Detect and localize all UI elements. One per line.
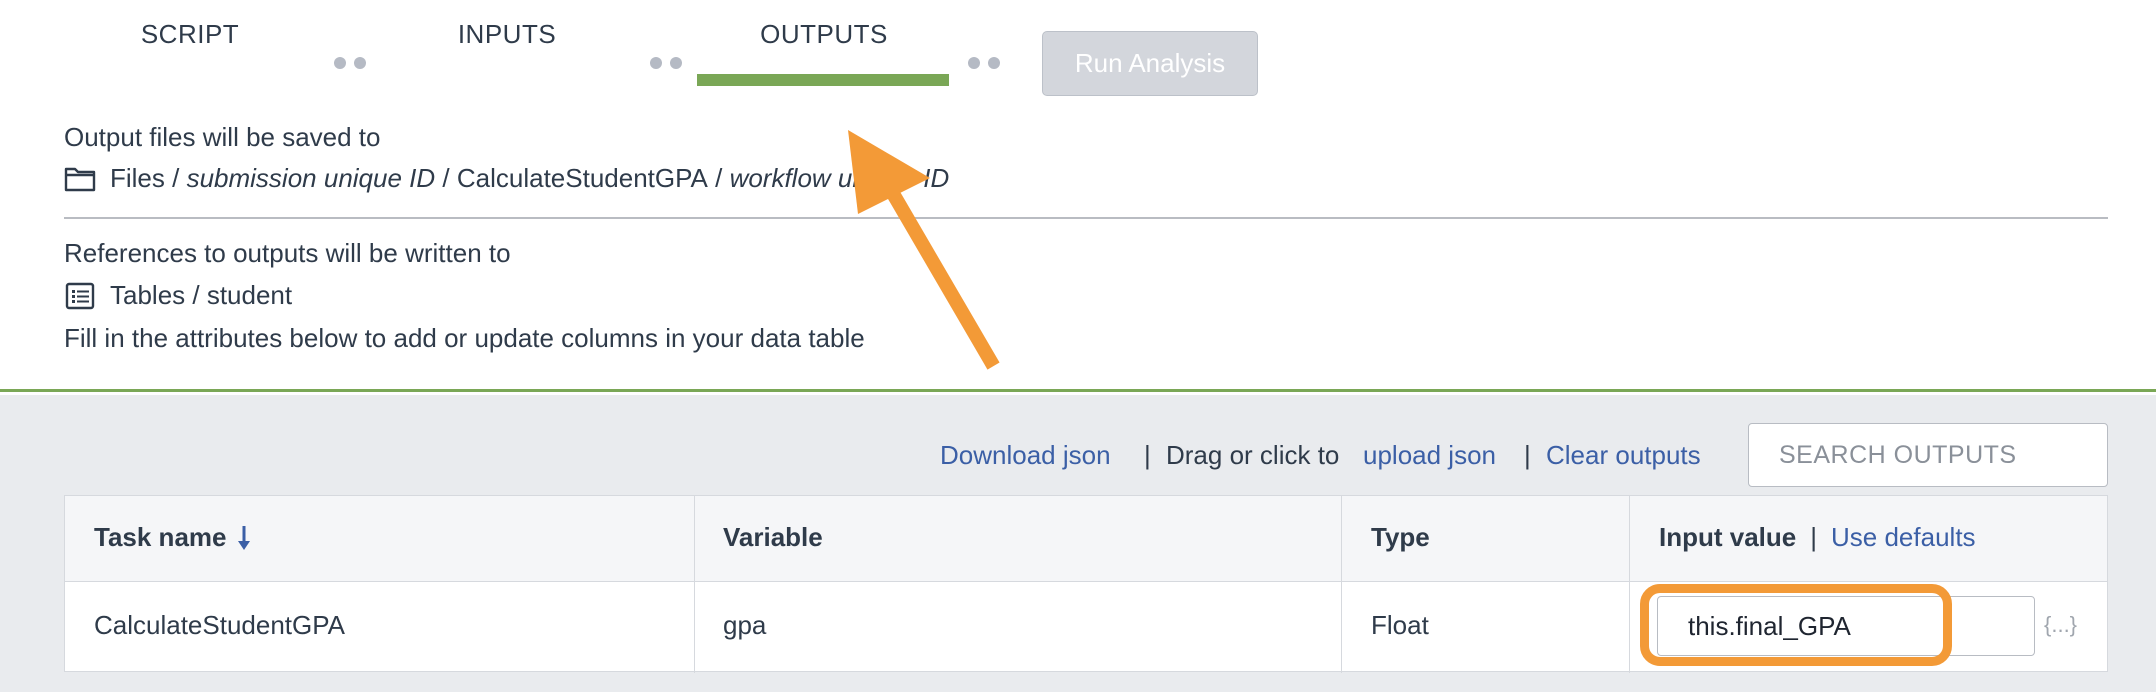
refs-heading: References to outputs will be written to — [64, 238, 511, 268]
step-dots — [650, 57, 682, 69]
tab-inputs[interactable]: INPUTS — [430, 0, 584, 68]
header-variable: Variable — [723, 522, 823, 552]
folder-icon — [64, 167, 96, 191]
tab-script[interactable]: SCRIPT — [110, 0, 270, 68]
path-prefix: Files / — [110, 163, 180, 193]
path-workflow-name: CalculateStudentGPA — [456, 163, 708, 193]
action-separator: | — [1524, 440, 1531, 470]
header-separator: | — [1810, 522, 1818, 552]
column-divider — [1341, 496, 1342, 673]
header-type: Type — [1371, 522, 1430, 552]
drag-text: Drag or click to — [1166, 440, 1340, 470]
search-outputs-input[interactable] — [1748, 423, 2108, 487]
table-path-text: Tables / student — [110, 280, 293, 310]
use-defaults-link[interactable]: Use defaults — [1831, 522, 1976, 553]
path-workflow-id: workflow unique ID — [729, 163, 950, 193]
step-dots — [334, 57, 366, 69]
path-submission: submission unique ID — [186, 163, 436, 193]
clear-outputs-link[interactable]: Clear outputs — [1546, 440, 1701, 471]
output-path: Files / submission unique ID / Calculate… — [64, 163, 949, 194]
expand-editor-icon[interactable]: {...} — [2044, 612, 2077, 638]
row-type: Float — [1371, 610, 1429, 640]
active-tab-indicator — [697, 74, 949, 86]
upload-json-link[interactable]: upload json — [1363, 440, 1496, 471]
header-task-name[interactable]: Task name — [94, 522, 252, 553]
run-analysis-button[interactable]: Run Analysis — [1042, 31, 1258, 96]
output-value-input[interactable] — [1657, 596, 2035, 656]
path-sep: / — [442, 163, 450, 193]
action-separator: | — [1144, 440, 1151, 470]
output-heading: Output files will be saved to — [64, 122, 381, 152]
row-variable: gpa — [723, 610, 767, 640]
tab-outputs[interactable]: OUTPUTS — [740, 0, 908, 68]
section-divider — [64, 217, 2108, 219]
table-list-icon — [65, 282, 95, 309]
table-path: Tables / student — [64, 280, 292, 311]
column-divider — [1629, 496, 1630, 673]
sort-down-icon[interactable] — [236, 524, 252, 552]
path-sep: / — [715, 163, 723, 193]
row-task-name: CalculateStudentGPA — [94, 610, 345, 640]
header-panel: SCRIPT INPUTS OUTPUTS Run Analysis Outpu… — [0, 0, 2156, 392]
header-task-label: Task name — [94, 522, 227, 552]
download-json-link[interactable]: Download json — [940, 440, 1111, 471]
instructions-text: Fill in the attributes below to add or u… — [64, 323, 865, 353]
header-input-label: Input value — [1659, 522, 1797, 552]
header-input-value: Input value | Use defaults — [1659, 522, 1976, 553]
step-dots — [968, 57, 1000, 69]
column-divider — [694, 496, 695, 673]
